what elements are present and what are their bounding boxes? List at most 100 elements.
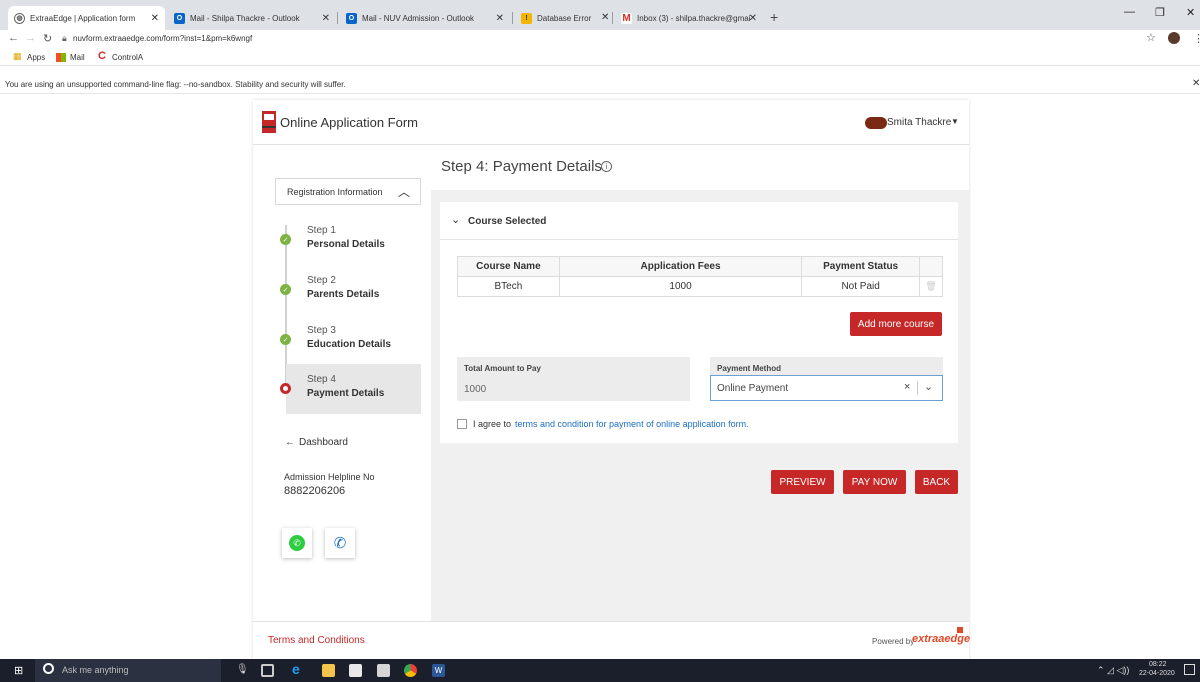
browser-tab[interactable]: O Mail - Shilpa Thackre - Outlook ✕ <box>168 6 336 30</box>
user-name[interactable]: Smita Thackre <box>887 117 951 128</box>
panel-header[interactable]: ⌄ Course Selected <box>440 202 958 240</box>
microphone-icon[interactable]: 🎙︎ <box>236 664 249 675</box>
step-1-item[interactable]: Step 1 Personal Details <box>286 215 421 265</box>
restore-icon[interactable]: ❐ <box>1155 6 1165 19</box>
close-icon[interactable]: ✕ <box>151 13 159 24</box>
powered-by-text: Powered by <box>872 637 915 646</box>
check-icon: ✓ <box>280 334 291 345</box>
fees-cell: 1000 <box>558 276 803 297</box>
tab-separator <box>337 12 338 24</box>
menu-dots-icon[interactable]: ⋮ <box>1193 32 1200 45</box>
agree-text: I agree to <box>473 419 512 429</box>
step-4-item-active[interactable]: Step 4 Payment Details <box>286 364 421 414</box>
browser-tab[interactable]: ! Database Error <box>515 6 615 30</box>
bookmark-mail[interactable]: Mail <box>70 53 85 62</box>
column-header-empty <box>919 256 943 277</box>
tray-icons[interactable]: ⌃ ◿ ◁)) <box>1097 665 1129 676</box>
close-icon[interactable]: ✕ <box>749 13 757 24</box>
pay-now-button[interactable]: PAY NOW <box>843 470 906 494</box>
course-table: Course Name Application Fees Payment Sta… <box>457 256 943 297</box>
app-title: Online Application Form <box>280 115 419 130</box>
close-icon[interactable]: ✕ <box>322 13 330 24</box>
browser-tab[interactable]: M Inbox (3) - shilpa.thackre@gmai ✕ <box>615 6 763 30</box>
outlook-icon: O <box>174 12 185 24</box>
step-2-item[interactable]: Step 2 Parents Details <box>286 265 421 315</box>
task-view-icon[interactable] <box>261 664 274 677</box>
university-logo <box>262 111 276 133</box>
outlook-icon: O <box>346 12 357 24</box>
reload-icon[interactable]: ↻ <box>43 32 52 45</box>
new-tab-icon[interactable]: + <box>770 9 778 25</box>
infobar-close-icon[interactable]: ✕ <box>1192 78 1200 89</box>
select-separator <box>917 381 918 395</box>
bookmark-apps[interactable]: Apps <box>27 53 45 62</box>
mail-bookmark-icon <box>56 53 66 62</box>
url-field[interactable]: nuvform.extraaedge.com/form?inst=1&pm=k6… <box>73 34 252 43</box>
browser-tab-strip: ◍ ExtraaEdge | Application form ✕ O Mail… <box>0 0 1200 30</box>
bookmark-star-icon[interactable]: ☆ <box>1146 31 1156 44</box>
forward-icon[interactable]: → <box>25 32 36 44</box>
preview-button[interactable]: PREVIEW <box>771 470 834 494</box>
terms-footer-link[interactable]: Terms and Conditions <box>268 635 365 646</box>
chevron-down-icon[interactable]: ⌄ <box>924 380 933 393</box>
terms-link[interactable]: terms and condition for payment of onlin… <box>515 419 749 429</box>
mail-app-icon[interactable] <box>377 664 390 677</box>
payment-method-select[interactable]: Online Payment × ⌄ <box>710 375 943 401</box>
step-number: Step 1 <box>307 225 336 236</box>
taskbar-search-box[interactable]: Ask me anything <box>35 659 221 682</box>
file-explorer-icon[interactable] <box>322 664 335 677</box>
phone-icon: ✆ <box>333 535 347 552</box>
bookmark-controla[interactable]: ControlA <box>112 53 143 62</box>
tab-separator <box>512 12 513 24</box>
check-icon: ✓ <box>280 234 291 245</box>
apps-grid-icon: ▦ <box>13 51 21 61</box>
agree-checkbox[interactable] <box>457 419 467 429</box>
back-button[interactable]: BACK <box>915 470 958 494</box>
trash-icon[interactable]: 🗑︎ <box>925 281 936 291</box>
call-button[interactable]: ✆ <box>325 528 355 558</box>
chevron-up-icon: ︿ <box>398 185 411 199</box>
minimize-icon[interactable]: — <box>1124 6 1135 18</box>
status-cell: Not Paid <box>801 276 920 297</box>
clear-icon[interactable]: × <box>904 381 910 393</box>
lock-icon: 🔒︎ <box>62 33 67 43</box>
delete-cell: 🗑︎ <box>919 276 943 297</box>
column-header: Application Fees <box>558 256 803 277</box>
add-more-course-button[interactable]: Add more course <box>850 312 942 336</box>
page-title: Step 4: Payment Details <box>441 158 602 175</box>
browser-tab-active[interactable]: ◍ ExtraaEdge | Application form ✕ <box>8 6 165 30</box>
column-header: Payment Status <box>801 256 920 277</box>
back-icon[interactable]: ← <box>8 32 19 44</box>
window-close-icon[interactable]: ✕ <box>1186 6 1195 19</box>
warning-infobar: You are using an unsupported command-lin… <box>0 74 1200 94</box>
helpline-number: 8882206206 <box>284 485 346 497</box>
edge-icon[interactable]: e <box>292 661 305 677</box>
store-icon[interactable] <box>349 664 362 677</box>
step-3-item[interactable]: Step 3 Education Details <box>286 315 421 365</box>
address-bar-row: ← → ↻ 🔒︎ nuvform.extraaedge.com/form?ins… <box>0 30 1200 48</box>
caret-down-icon[interactable]: ▼ <box>951 117 959 126</box>
dashboard-link[interactable]: Dashboard <box>299 437 348 448</box>
sidebar: Registration Information ︿ Step 1 Person… <box>253 145 431 621</box>
step-name: Payment Details <box>307 388 385 399</box>
tab-label: Mail - NUV Admission - Outlook <box>362 13 475 23</box>
close-icon[interactable]: ✕ <box>496 13 504 24</box>
cortana-icon <box>43 663 54 674</box>
arrow-left-icon: ← <box>285 437 295 448</box>
windows-start-icon[interactable]: ⊞ <box>14 664 23 677</box>
panel-title: Course Selected <box>468 216 547 227</box>
chevron-down-icon: ⌄ <box>451 214 461 226</box>
info-icon[interactable]: i <box>601 161 612 172</box>
chrome-icon[interactable] <box>404 664 417 677</box>
clock-time: 08:22 <box>1149 661 1167 668</box>
word-icon[interactable]: W <box>432 664 445 677</box>
whatsapp-button[interactable]: ✆ <box>282 528 312 558</box>
browser-tab[interactable]: O Mail - NUV Admission - Outlook ✕ <box>340 6 510 30</box>
registration-info-toggle[interactable]: Registration Information ︿ <box>275 178 421 205</box>
column-header: Course Name <box>457 256 560 277</box>
payment-method-box: Payment Method Online Payment × ⌄ <box>710 357 943 401</box>
profile-avatar[interactable] <box>1168 32 1180 44</box>
notifications-icon[interactable] <box>1184 664 1195 675</box>
close-icon[interactable]: ✕ <box>601 12 609 23</box>
step-name: Education Details <box>307 339 391 350</box>
